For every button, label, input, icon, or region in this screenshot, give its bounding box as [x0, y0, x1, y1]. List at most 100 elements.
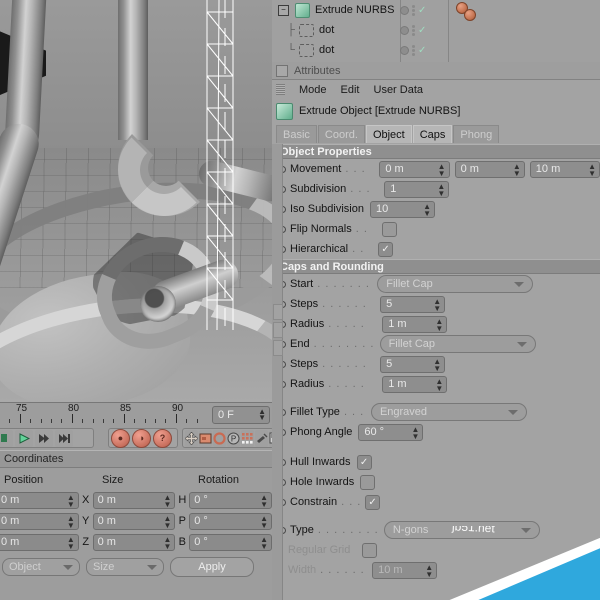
movement-y-field[interactable]: 0 m ▲ ▼: [454, 160, 525, 178]
object-visibility-dots[interactable]: ✓: [400, 20, 426, 40]
tool-controls[interactable]: P: [182, 428, 283, 448]
panel-lock-icon[interactable]: [276, 64, 288, 77]
coordinate-mode-dropdown[interactable]: Object: [2, 558, 80, 576]
end-steps-field[interactable]: 5 ▲ ▼: [380, 355, 446, 373]
width-field[interactable]: 10 m ▲ ▼: [372, 561, 438, 579]
position-y-field[interactable]: 0 m ▲ ▼: [0, 512, 79, 530]
side-strip-button[interactable]: [273, 304, 283, 320]
spinner-icon[interactable]: ▲ ▼: [163, 514, 171, 529]
attributes-menubar[interactable]: Mode Edit User Data: [272, 80, 600, 99]
tab-object[interactable]: Object: [365, 125, 412, 143]
transport-controls[interactable]: [0, 428, 94, 448]
type-dropdown[interactable]: N-gons: [383, 521, 540, 539]
enabled-check-icon[interactable]: ✓: [418, 25, 426, 36]
side-strip-button[interactable]: [273, 340, 283, 356]
enabled-check-icon[interactable]: ✓: [418, 5, 426, 16]
stop-button[interactable]: [0, 429, 13, 447]
spinner-icon[interactable]: ▲ ▼: [435, 317, 443, 332]
object-manager[interactable]: − Extrude NURBS ✓ ├ dot ✓ └ dot ✓: [272, 0, 600, 63]
size-y-field[interactable]: 0 m ▲ ▼: [92, 512, 176, 530]
spinner-icon[interactable]: ▲ ▼: [260, 535, 268, 550]
frame-spinner-icon[interactable]: ▲ ▼: [258, 408, 266, 422]
object-visibility-dots[interactable]: ✓: [400, 0, 426, 20]
object-row-dot-1[interactable]: ├ dot ✓: [272, 20, 600, 40]
record-button[interactable]: ●: [111, 428, 130, 448]
size-z-field[interactable]: 0 m ▲ ▼: [92, 533, 176, 551]
tab-caps[interactable]: Caps: [412, 125, 453, 143]
object-row-dot-2[interactable]: └ dot ✓: [272, 40, 600, 60]
rotation-p-field[interactable]: 0 ° ▲ ▼: [189, 512, 272, 530]
size-x-field[interactable]: 0 m ▲ ▼: [92, 491, 176, 509]
end-radius-field[interactable]: 1 m ▲ ▼: [382, 375, 448, 393]
object-row-extrude-nurbs[interactable]: − Extrude NURBS ✓: [272, 0, 600, 21]
points-tool[interactable]: [241, 429, 254, 447]
attributes-side-strip[interactable]: [272, 144, 283, 600]
spinner-icon[interactable]: ▲ ▼: [435, 377, 443, 392]
constrain-checkbox[interactable]: ✓: [365, 494, 381, 510]
spinner-icon[interactable]: ▲ ▼: [433, 297, 441, 312]
spinner-icon[interactable]: ▲ ▼: [588, 162, 596, 177]
size-mode-dropdown[interactable]: Size: [86, 558, 164, 576]
timeline-ruler[interactable]: 75 80 85 90: [0, 403, 208, 427]
iso-subdivision-field[interactable]: 10 ▲ ▼: [370, 200, 435, 218]
editor-visibility-icon[interactable]: [400, 25, 409, 35]
movement-z-field[interactable]: 10 m ▲ ▼: [529, 160, 600, 178]
start-steps-field[interactable]: 5 ▲ ▼: [380, 295, 446, 313]
movement-x-field[interactable]: 0 m ▲ ▼: [379, 160, 450, 178]
side-strip-button[interactable]: [273, 322, 283, 338]
keyframe-selection-button[interactable]: ?: [153, 428, 172, 448]
object-visibility-dots[interactable]: ✓: [400, 40, 426, 60]
spinner-icon[interactable]: ▲ ▼: [433, 357, 441, 372]
spinner-icon[interactable]: ▲ ▼: [67, 493, 75, 508]
fillet-type-dropdown[interactable]: Engraved: [370, 403, 527, 421]
step-forward-button[interactable]: [35, 429, 53, 447]
magnet-tool[interactable]: [255, 429, 268, 447]
spinner-icon[interactable]: ▲ ▼: [423, 202, 431, 217]
apply-button[interactable]: Apply: [170, 557, 254, 577]
collapse-toggle-icon[interactable]: −: [278, 4, 289, 16]
menu-edit[interactable]: Edit: [341, 84, 360, 96]
spinner-icon[interactable]: ▲ ▼: [67, 535, 75, 550]
spinner-icon[interactable]: ▲ ▼: [163, 535, 171, 550]
hole-inwards-checkbox[interactable]: [360, 474, 376, 490]
spinner-icon[interactable]: ▲ ▼: [260, 493, 268, 508]
go-to-end-button[interactable]: [55, 429, 73, 447]
attributes-tabs[interactable]: Basic Coord. Object Caps Phong: [272, 125, 600, 144]
rotation-h-field[interactable]: 0 ° ▲ ▼: [189, 491, 272, 509]
tab-basic[interactable]: Basic: [276, 125, 317, 143]
end-cap-dropdown[interactable]: Fillet Cap: [379, 335, 536, 353]
regular-grid-checkbox[interactable]: [362, 542, 378, 558]
position-x-field[interactable]: 0 m ▲ ▼: [0, 491, 79, 509]
spinner-icon[interactable]: ▲ ▼: [437, 182, 445, 197]
timeline-bar[interactable]: 75 80 85 90 0 F ▲ ▼: [0, 402, 272, 427]
tab-coord[interactable]: Coord.: [317, 125, 365, 143]
editor-visibility-icon[interactable]: [400, 5, 409, 15]
spinner-icon[interactable]: ▲ ▼: [425, 563, 433, 578]
autokey-button[interactable]: ◑: [132, 428, 151, 448]
spinner-icon[interactable]: ▲ ▼: [163, 493, 171, 508]
hierarchical-checkbox[interactable]: ✓: [378, 241, 394, 257]
record-controls[interactable]: ● ◑ ?: [108, 428, 178, 448]
spinner-icon[interactable]: ▲ ▼: [411, 425, 419, 440]
spinner-icon[interactable]: ▲ ▼: [260, 514, 268, 529]
tab-phong[interactable]: Phong: [453, 125, 500, 143]
editor-visibility-icon[interactable]: [400, 45, 409, 55]
spinner-icon[interactable]: ▲ ▼: [67, 514, 75, 529]
parameter-tool[interactable]: P: [227, 429, 240, 447]
phong-angle-field[interactable]: 60 ° ▲ ▼: [358, 423, 424, 441]
start-radius-field[interactable]: 1 m ▲ ▼: [382, 315, 448, 333]
move-tool[interactable]: [185, 429, 198, 447]
spinner-icon[interactable]: ▲ ▼: [438, 162, 446, 177]
start-cap-dropdown[interactable]: Fillet Cap: [377, 275, 534, 293]
current-frame-field[interactable]: 0 F ▲ ▼: [212, 406, 270, 424]
rotation-b-field[interactable]: 0 ° ▲ ▼: [189, 533, 272, 551]
drag-handle-icon[interactable]: [276, 84, 285, 95]
enabled-check-icon[interactable]: ✓: [418, 45, 426, 56]
position-z-field[interactable]: 0 m ▲ ▼: [0, 533, 79, 551]
flip-normals-checkbox[interactable]: [381, 221, 397, 237]
hull-inwards-checkbox[interactable]: ✓: [356, 454, 372, 470]
scale-tool[interactable]: [199, 429, 212, 447]
play-button[interactable]: [15, 429, 33, 447]
spinner-icon[interactable]: ▲ ▼: [513, 162, 521, 177]
menu-mode[interactable]: Mode: [299, 84, 327, 96]
